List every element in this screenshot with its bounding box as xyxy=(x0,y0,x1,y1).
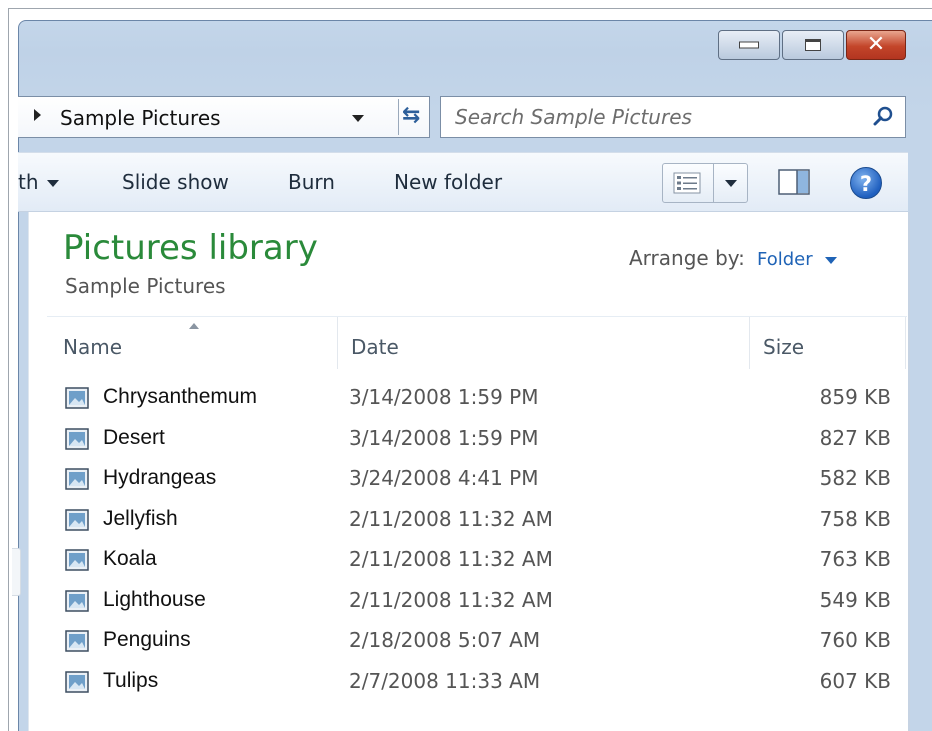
chevron-down-icon xyxy=(46,180,59,187)
file-date: 2/11/2008 11:32 AM xyxy=(349,506,553,531)
file-date: 3/14/2008 1:59 PM xyxy=(349,385,539,409)
file-row[interactable]: Hydrangeas 3/24/2008 4:41 PM 582 KB xyxy=(63,461,903,497)
file-row[interactable]: Koala 2/11/2008 11:32 AM 763 KB xyxy=(63,542,903,578)
address-path[interactable]: Sample Pictures xyxy=(60,106,221,130)
search-icon[interactable] xyxy=(873,106,893,126)
column-divider[interactable] xyxy=(337,317,338,369)
image-file-icon xyxy=(65,468,89,490)
help-icon[interactable]: ? xyxy=(850,167,882,199)
file-name: Lighthouse xyxy=(103,587,206,611)
image-file-icon xyxy=(65,630,89,652)
column-header-date[interactable]: Date xyxy=(351,335,399,359)
file-row[interactable]: Desert 3/14/2008 1:59 PM 827 KB xyxy=(63,421,903,457)
new-folder-button[interactable]: New folder xyxy=(394,170,502,194)
refresh-button[interactable]: ⇆ xyxy=(398,99,428,135)
search-box[interactable] xyxy=(440,96,906,138)
image-file-icon xyxy=(65,508,89,531)
close-button[interactable]: ✕ xyxy=(846,30,906,60)
file-size: 607 KB xyxy=(819,668,891,693)
file-name: Chrysanthemum xyxy=(103,385,258,408)
file-date: 2/18/2008 5:07 AM xyxy=(349,628,541,652)
column-header-name[interactable]: Name xyxy=(63,335,122,359)
file-size: 582 KB xyxy=(819,466,891,490)
close-icon: ✕ xyxy=(866,32,886,57)
column-divider[interactable] xyxy=(905,317,906,369)
file-name: Penguins xyxy=(103,628,191,651)
refresh-icon: ⇆ xyxy=(402,103,421,128)
image-file-icon xyxy=(65,427,89,450)
file-name: Hydrangeas xyxy=(103,466,217,489)
file-row[interactable]: Lighthouse 2/11/2008 11:32 AM 549 KB xyxy=(63,583,903,619)
file-name: Jellyfish xyxy=(103,506,178,530)
minimize-icon xyxy=(739,41,759,49)
arrange-by-label: Arrange by: xyxy=(629,246,745,270)
share-with-menu[interactable]: th xyxy=(18,170,59,194)
address-bar[interactable]: Sample Pictures ⇆ xyxy=(18,96,430,138)
file-name: Koala xyxy=(103,547,157,570)
preview-pane-icon[interactable] xyxy=(778,169,810,195)
column-header-size[interactable]: Size xyxy=(763,335,804,359)
file-date: 2/11/2008 11:32 AM xyxy=(349,547,553,571)
chevron-down-icon[interactable] xyxy=(825,257,837,264)
image-file-icon xyxy=(65,387,89,409)
file-row[interactable]: Tulips 2/7/2008 11:33 AM 607 KB xyxy=(63,664,903,700)
views-separator xyxy=(713,164,714,202)
slide-show-button[interactable]: Slide show xyxy=(122,170,229,194)
file-size: 763 KB xyxy=(819,547,891,571)
sort-ascending-icon xyxy=(189,323,199,329)
file-list-pane: Pictures library Sample Pictures Arrange… xyxy=(28,212,909,731)
address-history-dropdown-icon[interactable] xyxy=(352,115,364,122)
file-name: Desert xyxy=(103,425,165,449)
file-row[interactable]: Chrysanthemum 3/14/2008 1:59 PM 859 KB xyxy=(63,380,903,416)
views-dropdown-icon[interactable] xyxy=(725,180,737,187)
image-file-icon xyxy=(65,589,89,612)
column-header-row: Name Date Size xyxy=(47,316,907,369)
chevron-right-icon[interactable] xyxy=(34,109,41,121)
window-right-edge xyxy=(908,212,910,731)
file-size: 859 KB xyxy=(819,385,891,409)
arrange-by-dropdown[interactable]: Folder xyxy=(757,249,813,270)
minimize-button[interactable] xyxy=(718,30,780,60)
file-date: 2/11/2008 11:32 AM xyxy=(349,587,553,612)
file-date: 3/24/2008 4:41 PM xyxy=(349,466,539,490)
library-subtitle: Sample Pictures xyxy=(65,274,226,298)
file-row[interactable]: Penguins 2/18/2008 5:07 AM 760 KB xyxy=(63,623,903,659)
file-size: 758 KB xyxy=(819,506,891,531)
share-with-label: th xyxy=(18,170,39,194)
file-date: 3/14/2008 1:59 PM xyxy=(349,425,539,450)
views-icon xyxy=(673,172,701,194)
column-divider[interactable] xyxy=(749,317,750,369)
library-title: Pictures library xyxy=(63,228,318,268)
file-size: 827 KB xyxy=(819,425,891,450)
image-file-icon xyxy=(65,670,89,693)
maximize-button[interactable] xyxy=(782,30,844,60)
image-file-icon xyxy=(65,549,89,571)
change-view-button[interactable] xyxy=(662,163,748,203)
search-input[interactable] xyxy=(455,103,855,131)
file-date: 2/7/2008 11:33 AM xyxy=(349,668,541,693)
command-bar: th Slide show Burn New folder ? xyxy=(18,152,908,212)
file-name: Tulips xyxy=(103,668,159,692)
maximize-icon xyxy=(805,39,821,51)
burn-button[interactable]: Burn xyxy=(288,170,335,194)
navigation-pane-splitter[interactable] xyxy=(12,548,21,596)
file-row[interactable]: Jellyfish 2/11/2008 11:32 AM 758 KB xyxy=(63,502,903,538)
file-size: 760 KB xyxy=(819,628,891,652)
file-size: 549 KB xyxy=(819,587,891,612)
